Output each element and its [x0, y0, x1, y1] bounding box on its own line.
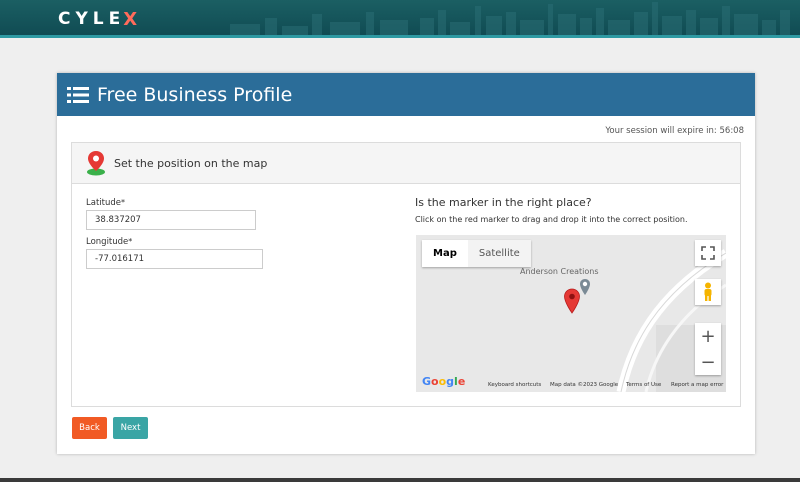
profile-card: Free Business Profile Your session will …: [57, 73, 755, 454]
map-type-map-button[interactable]: Map: [422, 240, 468, 267]
longitude-input[interactable]: -77.016171: [86, 249, 263, 269]
marker-question: Is the marker in the right place?: [415, 196, 592, 209]
map-type-satellite-button[interactable]: Satellite: [467, 240, 531, 267]
header-accent-line: [0, 35, 800, 38]
footer-bar: [0, 478, 800, 482]
terms-of-use-link[interactable]: Terms of Use: [626, 382, 661, 388]
pegman-icon: [704, 282, 712, 301]
next-button[interactable]: Next: [113, 417, 148, 439]
session-timer: Your session will expire in: 56:08: [605, 126, 744, 136]
map-widget[interactable]: Map Satellite + − Anderson Creations Goo…: [416, 235, 726, 392]
list-icon: [67, 86, 89, 103]
street-view-pegman[interactable]: [695, 279, 721, 305]
map-position-panel: Set the position on the map Latitude* 38…: [71, 142, 741, 407]
latitude-input[interactable]: 38.837207: [86, 210, 256, 230]
back-button[interactable]: Back: [72, 417, 107, 439]
cylex-logo[interactable]: CYLE X: [58, 8, 137, 30]
google-logo[interactable]: Google: [422, 375, 465, 388]
panel-title: Set the position on the map: [114, 156, 268, 170]
zoom-out-button[interactable]: −: [695, 349, 721, 375]
panel-header: Set the position on the map: [72, 143, 740, 184]
fullscreen-icon: [701, 246, 715, 260]
marker-instruction: Click on the red marker to drag and drop…: [415, 215, 688, 224]
fullscreen-button[interactable]: [695, 240, 721, 266]
keyboard-shortcuts-link[interactable]: Keyboard shortcuts: [488, 382, 541, 388]
longitude-label: Longitude*: [86, 237, 133, 247]
zoom-in-button[interactable]: +: [695, 323, 721, 349]
card-header: Free Business Profile: [57, 73, 755, 116]
page-title: Free Business Profile: [97, 83, 293, 106]
map-pin-icon: [87, 151, 105, 176]
map-data-attribution: Map data ©2023 Google: [550, 382, 619, 388]
red-location-marker[interactable]: [563, 288, 581, 314]
map-type-toggle: Map Satellite: [422, 240, 531, 267]
poi-label[interactable]: Anderson Creations: [520, 267, 599, 276]
report-map-error-link[interactable]: Report a map error: [671, 382, 723, 388]
zoom-control: + −: [695, 323, 721, 375]
site-header-bar: CYLE X: [0, 0, 800, 38]
latitude-label: Latitude*: [86, 198, 125, 208]
